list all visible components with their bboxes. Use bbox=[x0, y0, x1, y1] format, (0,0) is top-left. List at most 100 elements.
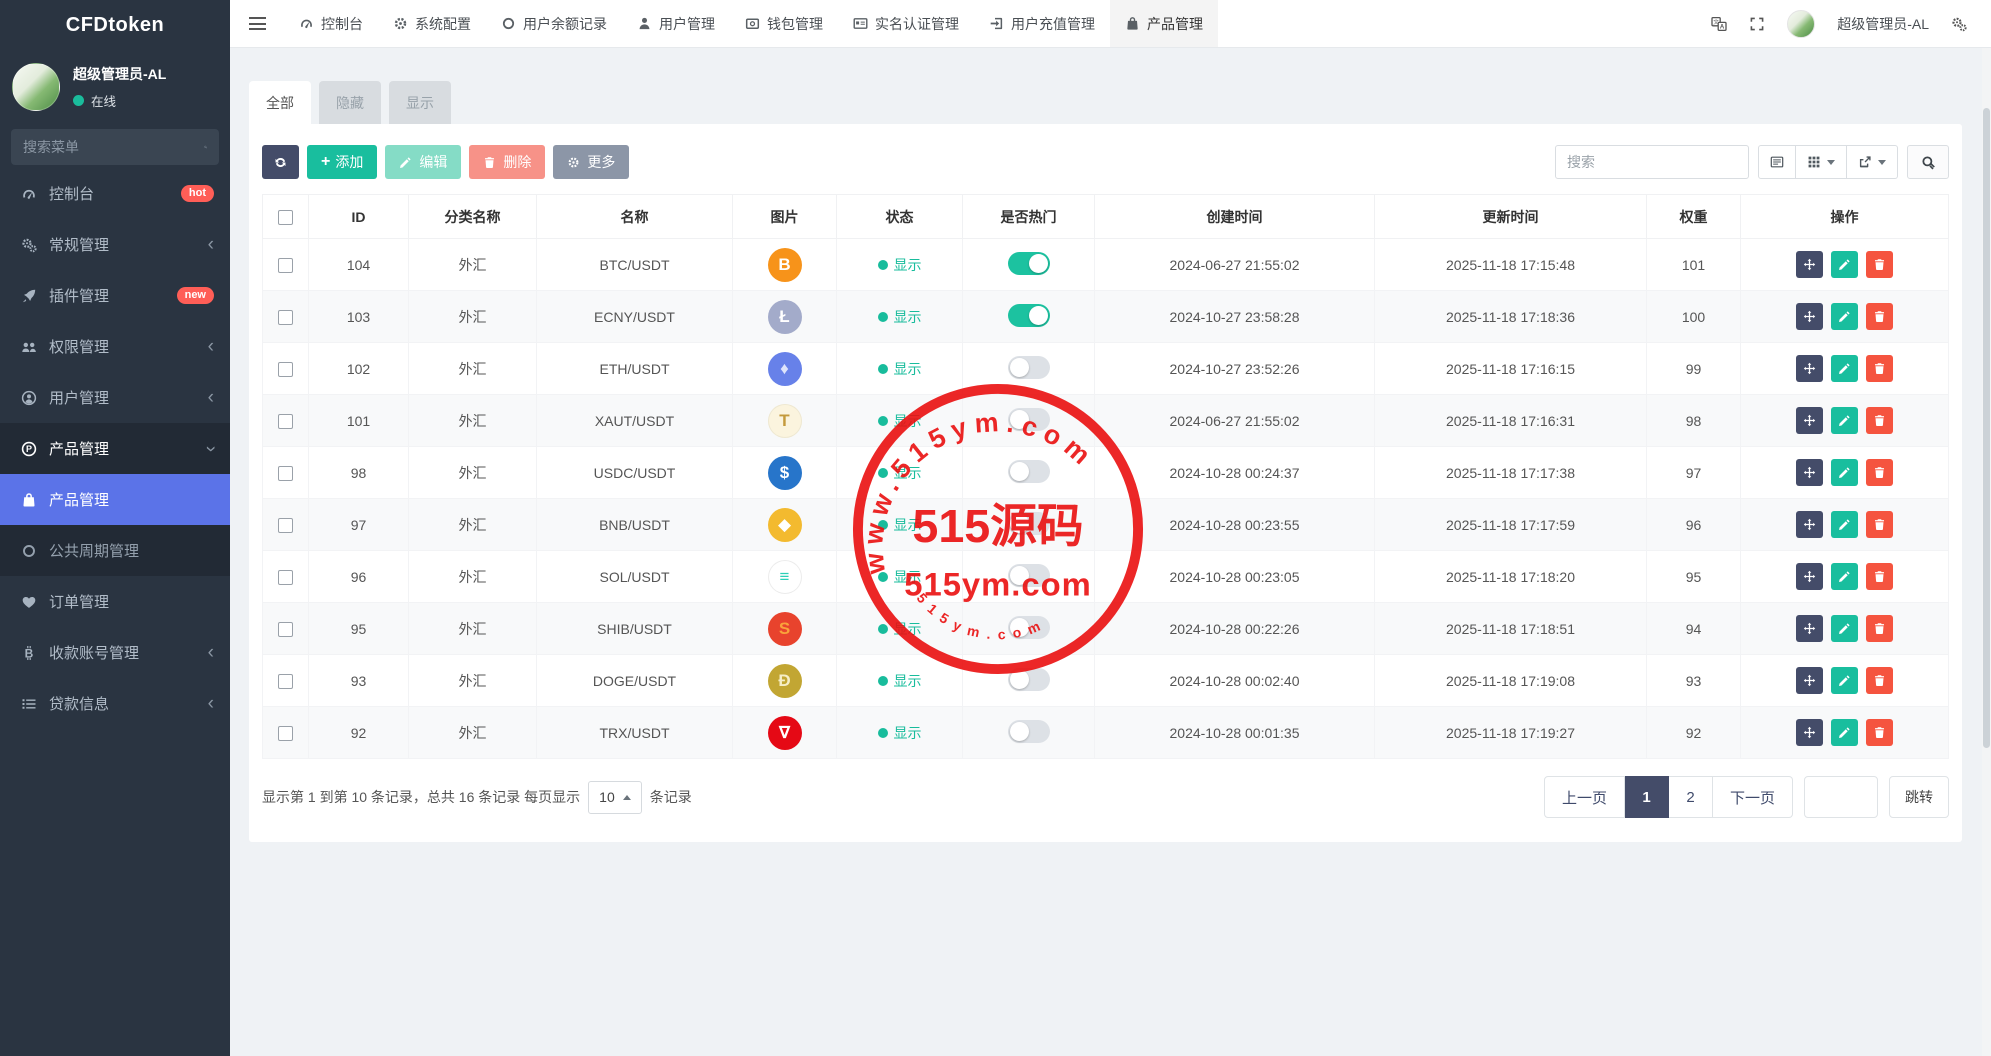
row-edit-button[interactable] bbox=[1831, 563, 1858, 590]
row-delete-button[interactable] bbox=[1866, 563, 1893, 590]
scrollbar-thumb[interactable] bbox=[1983, 108, 1990, 748]
row-checkbox[interactable] bbox=[278, 258, 293, 273]
settings-button[interactable] bbox=[1951, 16, 1967, 32]
hot-toggle[interactable] bbox=[1008, 252, 1050, 275]
topnav-tab-products[interactable]: 产品管理 bbox=[1110, 0, 1218, 47]
row-delete-button[interactable] bbox=[1866, 615, 1893, 642]
language-button[interactable] bbox=[1711, 16, 1727, 32]
sidebar-item-users[interactable]: 用户管理 ‹ bbox=[0, 372, 230, 423]
detail-view-button[interactable] bbox=[1758, 145, 1796, 179]
tab-all[interactable]: 全部 bbox=[249, 81, 311, 124]
topnav-tab-wallets[interactable]: 钱包管理 bbox=[730, 0, 838, 47]
row-delete-button[interactable] bbox=[1866, 511, 1893, 538]
row-checkbox[interactable] bbox=[278, 518, 293, 533]
scrollbar-track[interactable] bbox=[1982, 48, 1991, 1056]
row-delete-button[interactable] bbox=[1866, 355, 1893, 382]
prev-page-button[interactable]: 上一页 bbox=[1544, 776, 1625, 818]
columns-button[interactable] bbox=[1796, 145, 1847, 179]
add-button[interactable]: +添加 bbox=[307, 145, 377, 179]
tab-hidden[interactable]: 隐藏 bbox=[319, 81, 381, 124]
row-move-button[interactable] bbox=[1796, 615, 1823, 642]
sidebar-item-permissions[interactable]: 权限管理 ‹ bbox=[0, 321, 230, 372]
row-move-button[interactable] bbox=[1796, 251, 1823, 278]
sidebar-item-dashboard[interactable]: 控制台 hot bbox=[0, 168, 230, 219]
row-edit-button[interactable] bbox=[1831, 459, 1858, 486]
page-size-select[interactable]: 10 bbox=[588, 781, 642, 814]
topnav-user-name[interactable]: 超级管理员-AL bbox=[1837, 14, 1929, 34]
delete-button[interactable]: 删除 bbox=[469, 145, 545, 179]
row-move-button[interactable] bbox=[1796, 511, 1823, 538]
next-page-button[interactable]: 下一页 bbox=[1713, 776, 1793, 818]
topnav-tab-kyc[interactable]: 实名认证管理 bbox=[838, 0, 974, 47]
sidebar-item-loan-info[interactable]: 贷款信息 ‹ bbox=[0, 678, 230, 729]
hot-toggle[interactable] bbox=[1008, 564, 1050, 587]
select-all-checkbox[interactable] bbox=[278, 210, 293, 225]
topnav-tab-balance-records[interactable]: 用户余额记录 bbox=[486, 0, 622, 47]
sidebar-item-orders[interactable]: 订单管理 bbox=[0, 576, 230, 627]
row-checkbox[interactable] bbox=[278, 310, 293, 325]
topnav-tab-dashboard[interactable]: 控制台 bbox=[284, 0, 378, 47]
row-delete-button[interactable] bbox=[1866, 407, 1893, 434]
hot-toggle[interactable] bbox=[1008, 512, 1050, 535]
topnav-tab-system-config[interactable]: 系统配置 bbox=[378, 0, 486, 47]
row-delete-button[interactable] bbox=[1866, 667, 1893, 694]
row-checkbox[interactable] bbox=[278, 466, 293, 481]
sidebar-item-payment-accounts[interactable]: 收款账号管理 ‹ bbox=[0, 627, 230, 678]
avatar[interactable] bbox=[12, 63, 60, 111]
topnav-tab-recharge[interactable]: 用户充值管理 bbox=[974, 0, 1110, 47]
export-button[interactable] bbox=[1847, 145, 1898, 179]
topnav-tab-users[interactable]: 用户管理 bbox=[622, 0, 730, 47]
row-edit-button[interactable] bbox=[1831, 719, 1858, 746]
row-delete-button[interactable] bbox=[1866, 303, 1893, 330]
row-edit-button[interactable] bbox=[1831, 667, 1858, 694]
row-move-button[interactable] bbox=[1796, 667, 1823, 694]
sidebar-item-products[interactable]: 产品管理 bbox=[0, 474, 230, 525]
row-edit-button[interactable] bbox=[1831, 251, 1858, 278]
row-move-button[interactable] bbox=[1796, 459, 1823, 486]
sidebar-toggle-button[interactable] bbox=[230, 0, 284, 47]
row-checkbox[interactable] bbox=[278, 414, 293, 429]
search-submit-button[interactable] bbox=[1907, 145, 1949, 179]
sidebar-item-products-parent[interactable]: 产品管理 ‹ bbox=[0, 423, 230, 474]
hot-toggle[interactable] bbox=[1008, 408, 1050, 431]
row-move-button[interactable] bbox=[1796, 355, 1823, 382]
row-move-button[interactable] bbox=[1796, 563, 1823, 590]
brand-logo[interactable]: CFDtoken bbox=[0, 0, 230, 50]
tab-visible[interactable]: 显示 bbox=[389, 81, 451, 124]
row-checkbox[interactable] bbox=[278, 674, 293, 689]
page-jump-button[interactable]: 跳转 bbox=[1889, 776, 1949, 818]
edit-button[interactable]: 编辑 bbox=[385, 145, 461, 179]
page-jump-input[interactable] bbox=[1804, 776, 1878, 818]
row-delete-button[interactable] bbox=[1866, 459, 1893, 486]
row-edit-button[interactable] bbox=[1831, 303, 1858, 330]
row-move-button[interactable] bbox=[1796, 719, 1823, 746]
row-edit-button[interactable] bbox=[1831, 615, 1858, 642]
row-move-button[interactable] bbox=[1796, 407, 1823, 434]
row-move-button[interactable] bbox=[1796, 303, 1823, 330]
page-2-button[interactable]: 2 bbox=[1669, 776, 1713, 818]
page-1-button[interactable]: 1 bbox=[1625, 776, 1669, 818]
sidebar-item-public-cycle[interactable]: 公共周期管理 bbox=[0, 525, 230, 576]
hot-toggle[interactable] bbox=[1008, 668, 1050, 691]
hot-toggle[interactable] bbox=[1008, 356, 1050, 379]
row-delete-button[interactable] bbox=[1866, 719, 1893, 746]
row-edit-button[interactable] bbox=[1831, 407, 1858, 434]
hot-toggle[interactable] bbox=[1008, 304, 1050, 327]
row-edit-button[interactable] bbox=[1831, 511, 1858, 538]
row-checkbox[interactable] bbox=[278, 362, 293, 377]
fullscreen-button[interactable] bbox=[1749, 16, 1765, 32]
row-checkbox[interactable] bbox=[278, 726, 293, 741]
menu-search-input[interactable] bbox=[23, 139, 204, 155]
hot-toggle[interactable] bbox=[1008, 460, 1050, 483]
row-checkbox[interactable] bbox=[278, 570, 293, 585]
hot-toggle[interactable] bbox=[1008, 616, 1050, 639]
row-delete-button[interactable] bbox=[1866, 251, 1893, 278]
row-checkbox[interactable] bbox=[278, 622, 293, 637]
sidebar-item-plugins[interactable]: 插件管理 new bbox=[0, 270, 230, 321]
table-search-input[interactable] bbox=[1555, 145, 1749, 179]
sidebar-item-general[interactable]: 常规管理 ‹ bbox=[0, 219, 230, 270]
avatar[interactable] bbox=[1787, 10, 1815, 38]
hot-toggle[interactable] bbox=[1008, 720, 1050, 743]
row-edit-button[interactable] bbox=[1831, 355, 1858, 382]
more-button[interactable]: 更多 bbox=[553, 145, 629, 179]
